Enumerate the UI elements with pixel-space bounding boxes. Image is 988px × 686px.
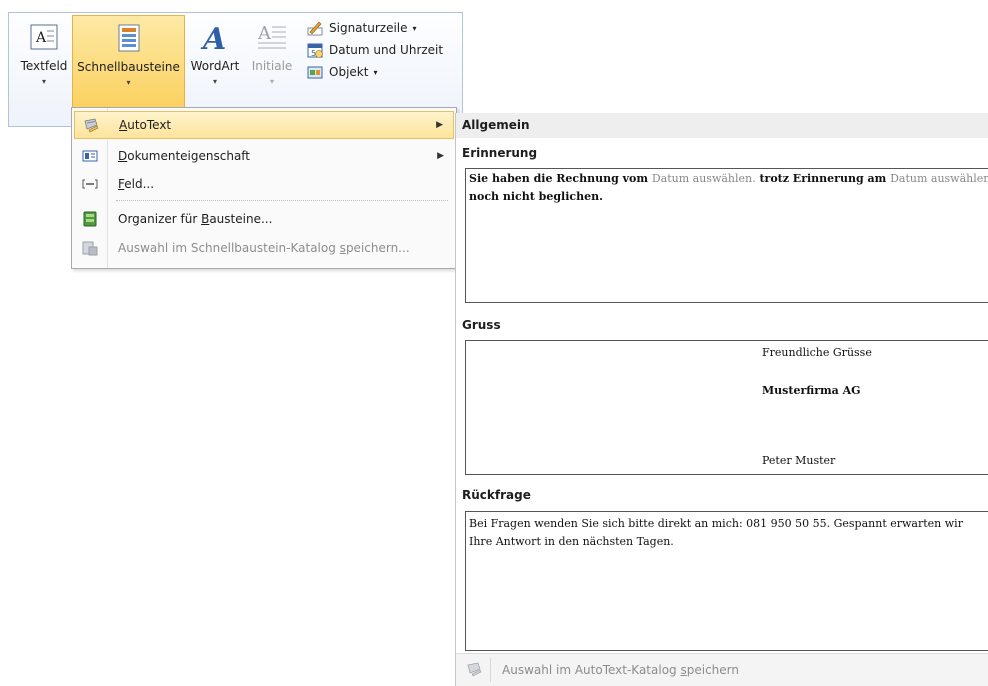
entry-text-line: Sie haben die Rechnung vom Datum auswähl…	[469, 172, 988, 185]
gallery-entry-title: Erinnerung	[462, 146, 538, 160]
autotext-icon	[467, 662, 482, 677]
chevron-down-icon: ▾	[269, 77, 274, 86]
initiale-label: Initiale	[251, 59, 293, 73]
autotext-icon	[84, 118, 99, 133]
entry-text-line: Ihre Antwort in den nächsten Tagen.	[469, 535, 674, 548]
wordart-label: WordArt	[190, 59, 240, 73]
submenu-arrow-icon: ▶	[437, 151, 444, 161]
gallery-entry-title: Rückfrage	[462, 488, 531, 502]
chevron-down-icon: ▾	[212, 77, 217, 86]
objekt-button[interactable]: Objekt ▾	[307, 61, 443, 83]
svg-text:A: A	[35, 30, 47, 46]
chevron-down-icon: ▾	[41, 77, 46, 86]
building-blocks-organizer-icon	[83, 211, 97, 227]
textbox-icon: A	[28, 21, 60, 53]
quick-parts-icon	[113, 22, 145, 54]
menu-item-dokumenteigenschaft[interactable]: Dokumenteigenschaft ▶	[74, 142, 454, 170]
chevron-down-icon: ▾	[126, 78, 131, 87]
menu-item-auswahl-speichern[interactable]: Auswahl im Schnellbaustein-Katalog speic…	[74, 234, 454, 262]
wordart-button[interactable]: A WordArt ▾	[187, 15, 243, 107]
autotext-gallery: Allgemein Erinnerung Sie haben die Rechn…	[455, 113, 988, 686]
datum-uhrzeit-label: Datum und Uhrzeit	[329, 43, 444, 57]
textfeld-button[interactable]: A Textfeld ▾	[13, 15, 75, 107]
entry-text-line: Freundliche Grüsse	[762, 346, 872, 359]
menu-item-organizer[interactable]: Organizer für Bausteine...	[74, 205, 454, 233]
menu-item-label: AutoText	[119, 118, 172, 132]
menu-item-label: Auswahl im Schnellbaustein-Katalog speic…	[118, 241, 410, 255]
gallery-entry-erinnerung[interactable]: Sie haben die Rechnung vom Datum auswähl…	[465, 168, 988, 303]
object-icon	[307, 66, 323, 79]
menu-item-label: Feld...	[118, 177, 155, 191]
entry-text-line: Peter Muster	[762, 454, 836, 467]
schnellbausteine-label: Schnellbausteine	[77, 60, 180, 74]
signaturzeile-button[interactable]: Signaturzeile ▾	[307, 17, 443, 39]
datum-uhrzeit-button[interactable]: 5 Datum und Uhrzeit	[307, 39, 443, 61]
small-buttons-column: Signaturzeile ▾ 5 Datum und Uhrzeit Obje…	[307, 17, 443, 83]
save-selection-icon	[82, 241, 98, 256]
menu-item-feld[interactable]: Feld...	[74, 170, 454, 198]
initiale-button[interactable]: A Initiale ▾	[243, 15, 301, 107]
menu-separator	[116, 200, 448, 201]
svg-text:A: A	[200, 22, 226, 53]
gallery-entry-title: Gruss	[462, 318, 501, 332]
signature-line-icon	[307, 21, 323, 36]
chevron-down-icon: ▾	[412, 23, 417, 33]
menu-item-label: Organizer für Bausteine...	[118, 212, 273, 226]
entry-text-line: noch nicht beglichen.	[469, 190, 603, 203]
footer-label: Auswahl im AutoText-Katalog speichern	[502, 663, 739, 677]
drop-cap-icon: A	[256, 21, 288, 53]
document-property-icon	[82, 150, 98, 162]
entry-text-line: Musterfirma AG	[762, 384, 861, 397]
schnellbausteine-menu: AutoText ▶ Dokumenteigenschaft ▶ Feld...…	[71, 107, 457, 269]
entry-text-line: Bei Fragen wenden Sie sich bitte direkt …	[469, 517, 963, 530]
chevron-down-icon: ▾	[373, 67, 378, 77]
menu-item-label: Dokumenteigenschaft	[118, 149, 251, 163]
objekt-label: Objekt	[329, 65, 369, 79]
gallery-category-header: Allgemein	[456, 113, 988, 138]
menu-item-autotext[interactable]: AutoText ▶	[74, 111, 454, 139]
gallery-entry-rueckfrage[interactable]: Bei Fragen wenden Sie sich bitte direkt …	[465, 511, 988, 651]
footer-divider	[490, 658, 491, 682]
schnellbausteine-button[interactable]: Schnellbausteine ▾	[72, 15, 185, 109]
wordart-icon: A	[199, 21, 231, 57]
field-icon	[82, 179, 98, 189]
gallery-entry-gruss[interactable]: Freundliche Grüsse Musterfirma AG Peter …	[465, 340, 988, 475]
signaturzeile-label: Signaturzeile	[329, 21, 408, 35]
submenu-arrow-icon: ▶	[436, 120, 443, 130]
textfeld-label: Textfeld	[20, 59, 68, 73]
calendar-icon: 5	[307, 43, 323, 58]
svg-text:A: A	[257, 23, 272, 44]
save-to-autotext-gallery-button[interactable]: Auswahl im AutoText-Katalog speichern	[456, 653, 988, 686]
